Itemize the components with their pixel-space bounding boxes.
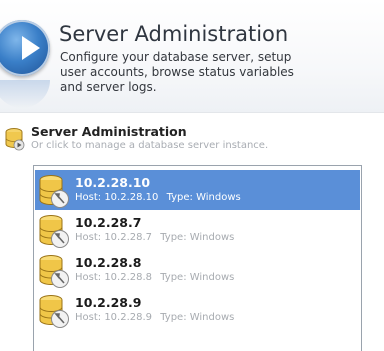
page-description: Configure your database server, setup us…	[60, 50, 294, 94]
server-type: Type: Windows	[160, 232, 235, 243]
server-type: Type: Windows	[160, 272, 235, 283]
server-host: Host: 10.2.28.10	[75, 192, 159, 203]
logo-reflection	[0, 80, 50, 108]
server-ip: 10.2.28.10	[75, 175, 151, 190]
server-meta: Host: 10.2.28.8 Type: Windows	[75, 272, 234, 283]
page-title: Server Administration	[59, 22, 289, 46]
server-item-10.2.28.10[interactable]: 10.2.28.10 Host: 10.2.28.10 Type: Window…	[35, 170, 360, 210]
server-host: Host: 10.2.28.8	[75, 272, 153, 283]
server-meta: Host: 10.2.28.9 Type: Windows	[75, 312, 234, 323]
database-wrench-icon	[38, 213, 72, 249]
database-play-icon[interactable]	[5, 127, 25, 151]
section-subtitle: Or click to manage a database server ins…	[31, 140, 269, 151]
server-type: Type: Windows	[166, 192, 241, 203]
database-wrench-icon	[38, 253, 72, 289]
server-host: Host: 10.2.28.9	[75, 312, 153, 323]
server-type: Type: Windows	[160, 312, 235, 323]
server-ip: 10.2.28.9	[75, 295, 142, 310]
server-meta: Host: 10.2.28.7 Type: Windows	[75, 232, 234, 243]
server-host: Host: 10.2.28.7	[75, 232, 153, 243]
server-meta: Host: 10.2.28.10 Type: Windows	[75, 192, 241, 203]
database-wrench-icon	[38, 173, 72, 209]
database-wrench-icon	[38, 293, 72, 329]
server-ip: 10.2.28.7	[75, 215, 142, 230]
server-item-10.2.28.8[interactable]: 10.2.28.8 Host: 10.2.28.8 Type: Windows	[35, 250, 360, 290]
play-triangle	[22, 36, 40, 60]
server-item-10.2.28.9[interactable]: 10.2.28.9 Host: 10.2.28.9 Type: Windows	[35, 290, 360, 330]
server-item-10.2.28.7[interactable]: 10.2.28.7 Host: 10.2.28.7 Type: Windows	[35, 210, 360, 250]
server-instance-list[interactable]: 10.2.28.10 Host: 10.2.28.10 Type: Window…	[33, 165, 362, 351]
server-ip: 10.2.28.8	[75, 255, 142, 270]
header-banner: Server Administration Configure your dat…	[0, 0, 384, 113]
section-title[interactable]: Server Administration	[31, 124, 187, 139]
